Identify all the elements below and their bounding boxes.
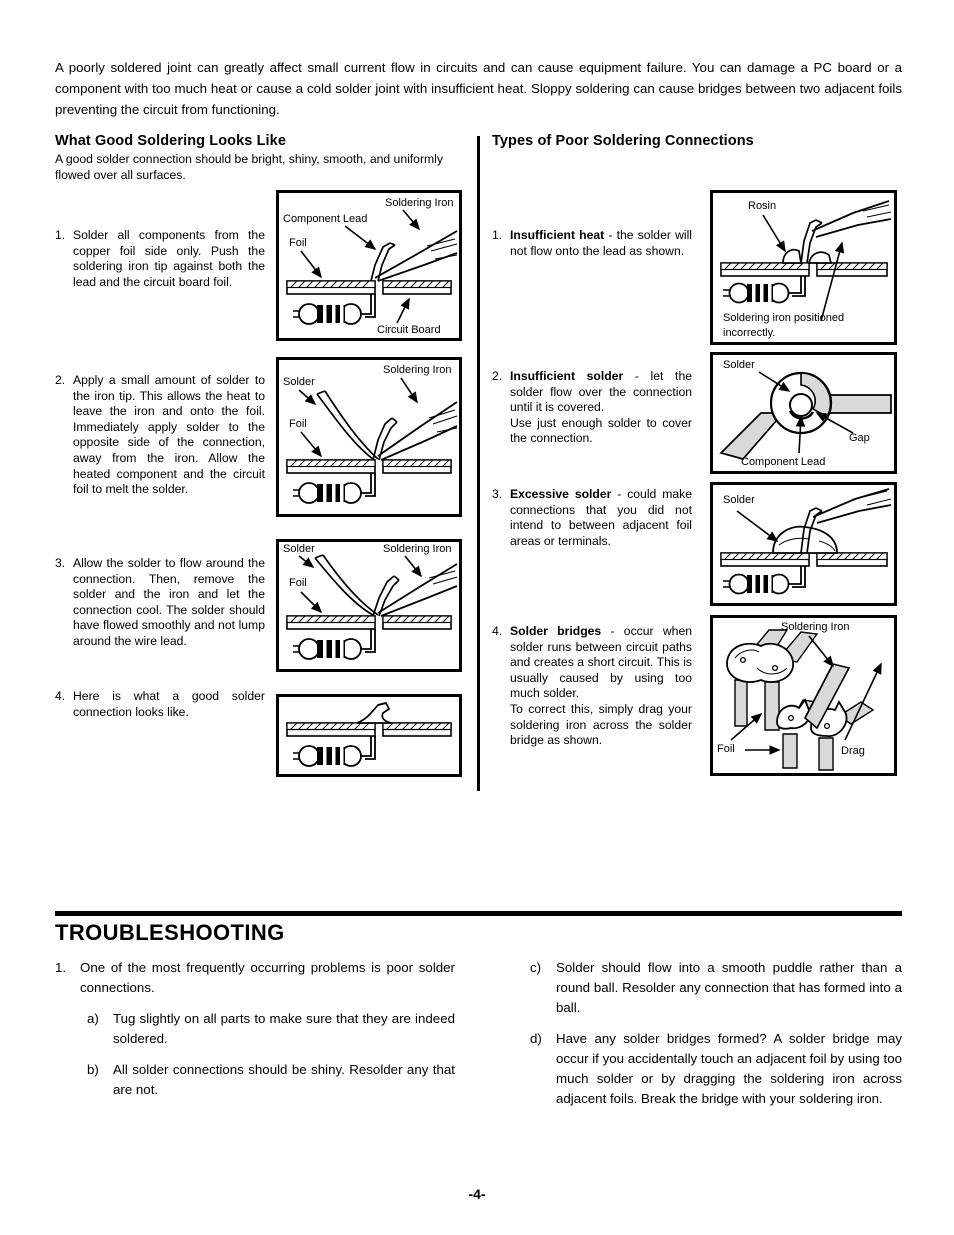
figure-poor-4-label-drag: Drag <box>841 745 865 757</box>
troubleshooting-item-a-marker: a) <box>87 1011 99 1026</box>
good-step-2-number: 2. <box>55 373 66 387</box>
troubleshooting-left-column: 1. One of the most frequently occurring … <box>55 958 455 1111</box>
figure-poor-1-caption-line1: Soldering iron positioned <box>723 312 844 324</box>
troubleshooting-item-c-text: Solder should flow into a smooth puddle … <box>556 960 902 1015</box>
good-step-3-number: 3. <box>55 556 66 570</box>
figure-good-step-2: Soldering Iron Solder Foil <box>276 357 462 517</box>
troubleshooting-item-d-text: Have any solder bridges formed? A solder… <box>556 1031 902 1106</box>
troubleshooting-rule <box>55 911 902 916</box>
good-step-3: 3. Allow the solder to flow around the c… <box>55 556 265 650</box>
figure-poor-1: Rosin Soldering iron positioned incorrec… <box>710 190 897 345</box>
figure-poor-2-label-lead: Component Lead <box>741 456 825 468</box>
intro-paragraph: A poorly soldered joint can greatly affe… <box>55 60 902 117</box>
figure-poor-1-caption-line2: incorrectly. <box>723 327 775 339</box>
poor-item-1-number: 1. <box>492 228 503 242</box>
troubleshooting-right-column: c) Solder should flow into a smooth pudd… <box>530 958 902 1120</box>
good-step-1-number: 1. <box>55 228 66 242</box>
poor-soldering-section: Types of Poor Soldering Connections <box>492 133 904 152</box>
troubleshooting-title: TROUBLESHOOTING <box>55 920 285 945</box>
figure-poor-2: Solder Gap Component Lead <box>710 352 897 474</box>
figure-poor-3: Solder <box>710 482 897 606</box>
figure-good-1-label-lead: Component Lead <box>283 213 367 225</box>
troubleshooting-item-b-marker: b) <box>87 1062 99 1077</box>
troubleshooting-item-1-text: One of the most frequently occurring pro… <box>80 960 455 995</box>
poor-item-2-term: Insufficient solder <box>510 369 624 383</box>
figure-good-3-label-foil: Foil <box>289 577 307 589</box>
figure-good-1-label-foil: Foil <box>289 237 307 249</box>
figure-good-step-4-svg <box>286 702 452 767</box>
troubleshooting-item-b-text: All solder connections should be shiny. … <box>113 1062 455 1097</box>
figure-good-step-4 <box>276 694 462 777</box>
poor-item-4-number: 4. <box>492 624 503 638</box>
figure-poor-3-label-solder: Solder <box>723 494 755 506</box>
troubleshooting-item-a: a) Tug slightly on all parts to make sur… <box>87 1009 455 1049</box>
good-step-4: 4. Here is what a good solder connection… <box>55 689 265 720</box>
figure-poor-4: Soldering Iron Foil Drag <box>710 615 897 776</box>
figure-poor-4-label-iron: Soldering Iron <box>781 621 850 633</box>
figure-good-2-label-foil: Foil <box>289 418 307 430</box>
figure-good-step-2-svg: Soldering Iron Solder Foil <box>283 364 458 504</box>
figure-good-step-1: Soldering Iron Component Lead Foil Circu… <box>276 190 462 341</box>
figure-poor-4-label-foil: Foil <box>717 743 735 755</box>
figure-good-step-3-svg: Soldering Iron Solder Foil <box>283 543 458 660</box>
poor-item-1-term: Insufficient heat <box>510 228 605 242</box>
poor-item-2-text2: Use just enough solder to cover the conn… <box>510 415 692 446</box>
document-page: A poorly soldered joint can greatly affe… <box>0 0 954 1235</box>
good-step-2: 2. Apply a small amount of solder to the… <box>55 373 265 498</box>
figure-poor-2-svg: Solder Gap Component Lead <box>719 359 892 468</box>
figure-good-step-3: Soldering Iron Solder Foil <box>276 539 462 672</box>
page-number: -4- <box>468 1186 486 1202</box>
troubleshooting-item-b: b) All solder connections should be shin… <box>87 1060 455 1100</box>
good-step-1-text: Solder all components from the copper fo… <box>73 228 265 289</box>
poor-item-2: 2. Insufficient solder - let the solder … <box>492 369 692 447</box>
figure-good-2-label-iron: Soldering Iron <box>383 364 452 376</box>
good-soldering-subtext: A good solder connection should be brigh… <box>55 152 443 182</box>
figure-poor-3-svg: Solder <box>720 488 892 595</box>
figure-poor-1-label-rosin: Rosin <box>748 200 776 212</box>
poor-soldering-heading: Types of Poor Soldering Connections <box>492 133 754 149</box>
figure-poor-2-label-gap: Gap <box>849 432 870 444</box>
poor-item-1: 1. Insufficient heat - the solder will n… <box>492 228 692 259</box>
good-step-4-number: 4. <box>55 689 66 703</box>
poor-item-4: 4. Solder bridges - occur when solder ru… <box>492 624 692 749</box>
troubleshooting-item-c: c) Solder should flow into a smooth pudd… <box>530 958 902 1018</box>
figure-good-1-label-board: Circuit Board <box>377 324 441 336</box>
poor-item-2-number: 2. <box>492 369 503 383</box>
troubleshooting-item-1-marker: 1. <box>55 960 67 975</box>
troubleshooting-item-c-marker: c) <box>530 960 542 975</box>
poor-item-3-term: Excessive solder <box>510 487 612 501</box>
troubleshooting-item-1: 1. One of the most frequently occurring … <box>55 958 455 998</box>
troubleshooting-item-a-text: Tug slightly on all parts to make sure t… <box>113 1011 455 1046</box>
troubleshooting-item-d-marker: d) <box>530 1031 542 1046</box>
good-step-2-text: Apply a small amount of solder to the ir… <box>73 373 265 497</box>
figure-good-step-1-svg: Soldering Iron Component Lead Foil Circu… <box>283 197 458 336</box>
good-step-1: 1. Solder all components from the copper… <box>55 228 265 290</box>
poor-item-4-text2: To correct this, simply drag your solder… <box>510 701 692 748</box>
poor-item-3: 3. Excessive solder - could make connect… <box>492 487 692 549</box>
good-soldering-heading: What Good Soldering Looks Like <box>55 133 286 149</box>
poor-item-3-number: 3. <box>492 487 503 501</box>
figure-poor-2-label-solder: Solder <box>723 359 755 371</box>
column-divider <box>477 136 480 791</box>
figure-good-3-label-solder: Solder <box>283 543 315 555</box>
figure-poor-1-svg: Rosin Soldering iron positioned incorrec… <box>720 200 892 339</box>
figure-poor-4-svg: Soldering Iron Foil Drag <box>717 621 882 771</box>
figure-good-1-label-iron: Soldering Iron <box>385 197 454 209</box>
poor-item-4-term: Solder bridges <box>510 624 602 638</box>
good-step-3-text: Allow the solder to flow around the conn… <box>73 556 265 648</box>
figure-good-3-label-iron: Soldering Iron <box>383 543 452 555</box>
good-step-4-text: Here is what a good solder connection lo… <box>73 689 265 719</box>
good-soldering-section: What Good Soldering Looks Like A good so… <box>55 133 467 189</box>
troubleshooting-item-d: d) Have any solder bridges formed? A sol… <box>530 1029 902 1109</box>
figure-good-2-label-solder: Solder <box>283 376 315 388</box>
